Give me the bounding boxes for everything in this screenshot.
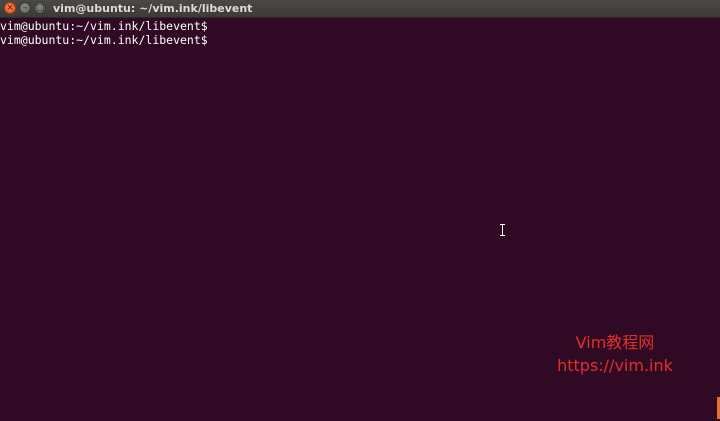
terminal-line: vim@ubuntu:~/vim.ink/libevent$ [0, 33, 208, 47]
watermark-url: https://vim.ink [557, 356, 673, 375]
terminal-line: vim@ubuntu:~/vim.ink/libevent$ [0, 19, 208, 33]
close-icon[interactable]: × [4, 2, 16, 14]
watermark-site-name: Vim教程网 [575, 333, 655, 352]
terminal-window: × – □ vim@ubuntu: ~/vim.ink/libevent vim… [0, 0, 720, 421]
minimize-icon[interactable]: – [19, 2, 31, 14]
window-controls: × – □ [4, 2, 46, 16]
ibeam-cursor-icon [499, 224, 506, 236]
maximize-icon[interactable]: □ [34, 2, 46, 14]
title-bar[interactable]: × – □ vim@ubuntu: ~/vim.ink/libevent [0, 0, 720, 18]
window-title: vim@ubuntu: ~/vim.ink/libevent [53, 2, 253, 15]
watermark: Vim教程网 https://vim.ink [540, 331, 690, 377]
